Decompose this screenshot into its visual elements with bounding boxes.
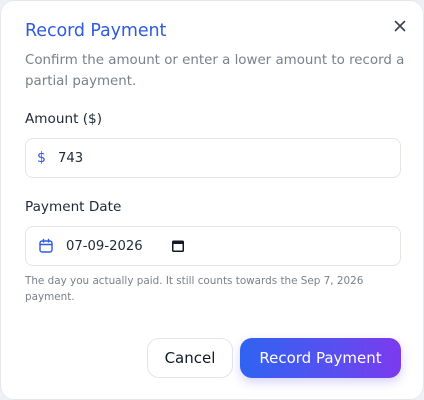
close-button[interactable] <box>389 15 411 37</box>
payment-date-input[interactable]: 07-09-2026 <box>25 226 401 266</box>
amount-input[interactable]: $ 743 <box>25 138 401 178</box>
payment-date-help: The day you actually paid. It still coun… <box>25 275 364 303</box>
amount-label: Amount ($) <box>25 111 102 127</box>
record-payment-dialog: Record Payment Confirm the amount or ent… <box>0 0 424 400</box>
cancel-button[interactable]: Cancel <box>147 338 233 378</box>
dialog-description: Confirm the amount or enter a lower amou… <box>25 53 405 89</box>
payment-date-label: Payment Date <box>25 199 122 215</box>
calendar-icon <box>38 238 54 254</box>
currency-prefix: $ <box>37 150 46 166</box>
date-picker-icon[interactable] <box>171 239 185 253</box>
amount-value: 743 <box>58 150 84 166</box>
payment-date-value: 07-09-2026 <box>66 238 143 254</box>
record-payment-button[interactable]: Record Payment <box>240 338 401 378</box>
dialog-title: Record Payment <box>25 21 167 41</box>
close-icon <box>394 20 406 32</box>
